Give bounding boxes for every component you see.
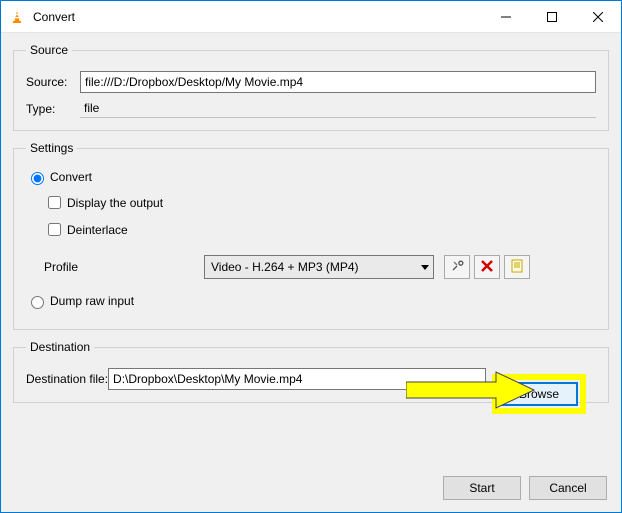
profile-combobox[interactable]: Video - H.264 + MP3 (MP4): [204, 255, 434, 279]
dialog-footer: Start Cancel: [443, 476, 607, 500]
deinterlace-checkbox-input[interactable]: [48, 223, 61, 236]
settings-group: Settings Convert Display the output Dein…: [13, 141, 609, 330]
minimize-button[interactable]: [483, 1, 529, 32]
display-output-checkbox[interactable]: Display the output: [44, 193, 596, 212]
dump-raw-label: Dump raw input: [50, 294, 134, 308]
type-value: file: [80, 99, 596, 118]
new-profile-button[interactable]: [504, 255, 530, 279]
destination-legend: Destination: [26, 340, 94, 354]
source-input[interactable]: [80, 71, 596, 93]
destination-file-label: Destination file:: [26, 372, 108, 386]
deinterlace-label: Deinterlace: [67, 223, 128, 237]
destination-group: Destination Destination file: Browse: [13, 340, 609, 403]
client-area: Source Source: Type: file Settings Conve…: [1, 33, 621, 512]
window-buttons: [483, 1, 621, 32]
vlc-cone-icon: [9, 9, 25, 25]
cancel-button[interactable]: Cancel: [529, 476, 607, 500]
window-title: Convert: [33, 10, 483, 24]
dump-raw-radio-input[interactable]: [31, 296, 44, 309]
display-output-label: Display the output: [67, 196, 163, 210]
wrench-icon: [450, 259, 464, 276]
source-label: Source:: [26, 75, 80, 89]
dump-raw-radio[interactable]: Dump raw input: [26, 293, 596, 309]
display-output-checkbox-input[interactable]: [48, 196, 61, 209]
convert-radio-input[interactable]: [31, 172, 44, 185]
document-icon: [511, 259, 523, 276]
maximize-button[interactable]: [529, 1, 575, 32]
source-legend: Source: [26, 43, 72, 57]
highlight-annotation: Browse: [492, 374, 586, 414]
convert-radio[interactable]: Convert: [26, 169, 596, 185]
delete-profile-button[interactable]: [474, 255, 500, 279]
x-icon: [481, 260, 493, 275]
start-button[interactable]: Start: [443, 476, 521, 500]
browse-button[interactable]: Browse: [500, 382, 578, 406]
chevron-down-icon: [421, 265, 429, 270]
edit-profile-button[interactable]: [444, 255, 470, 279]
settings-legend: Settings: [26, 141, 77, 155]
convert-radio-label: Convert: [50, 170, 92, 184]
deinterlace-checkbox[interactable]: Deinterlace: [44, 220, 596, 239]
source-group: Source Source: Type: file: [13, 43, 609, 131]
close-button[interactable]: [575, 1, 621, 32]
type-label: Type:: [26, 102, 80, 116]
profile-value: Video - H.264 + MP3 (MP4): [211, 260, 415, 274]
profile-label: Profile: [44, 260, 204, 274]
destination-file-input[interactable]: [108, 368, 486, 390]
titlebar: Convert: [1, 1, 621, 33]
convert-window: Convert Source Source: Type: file: [0, 0, 622, 513]
